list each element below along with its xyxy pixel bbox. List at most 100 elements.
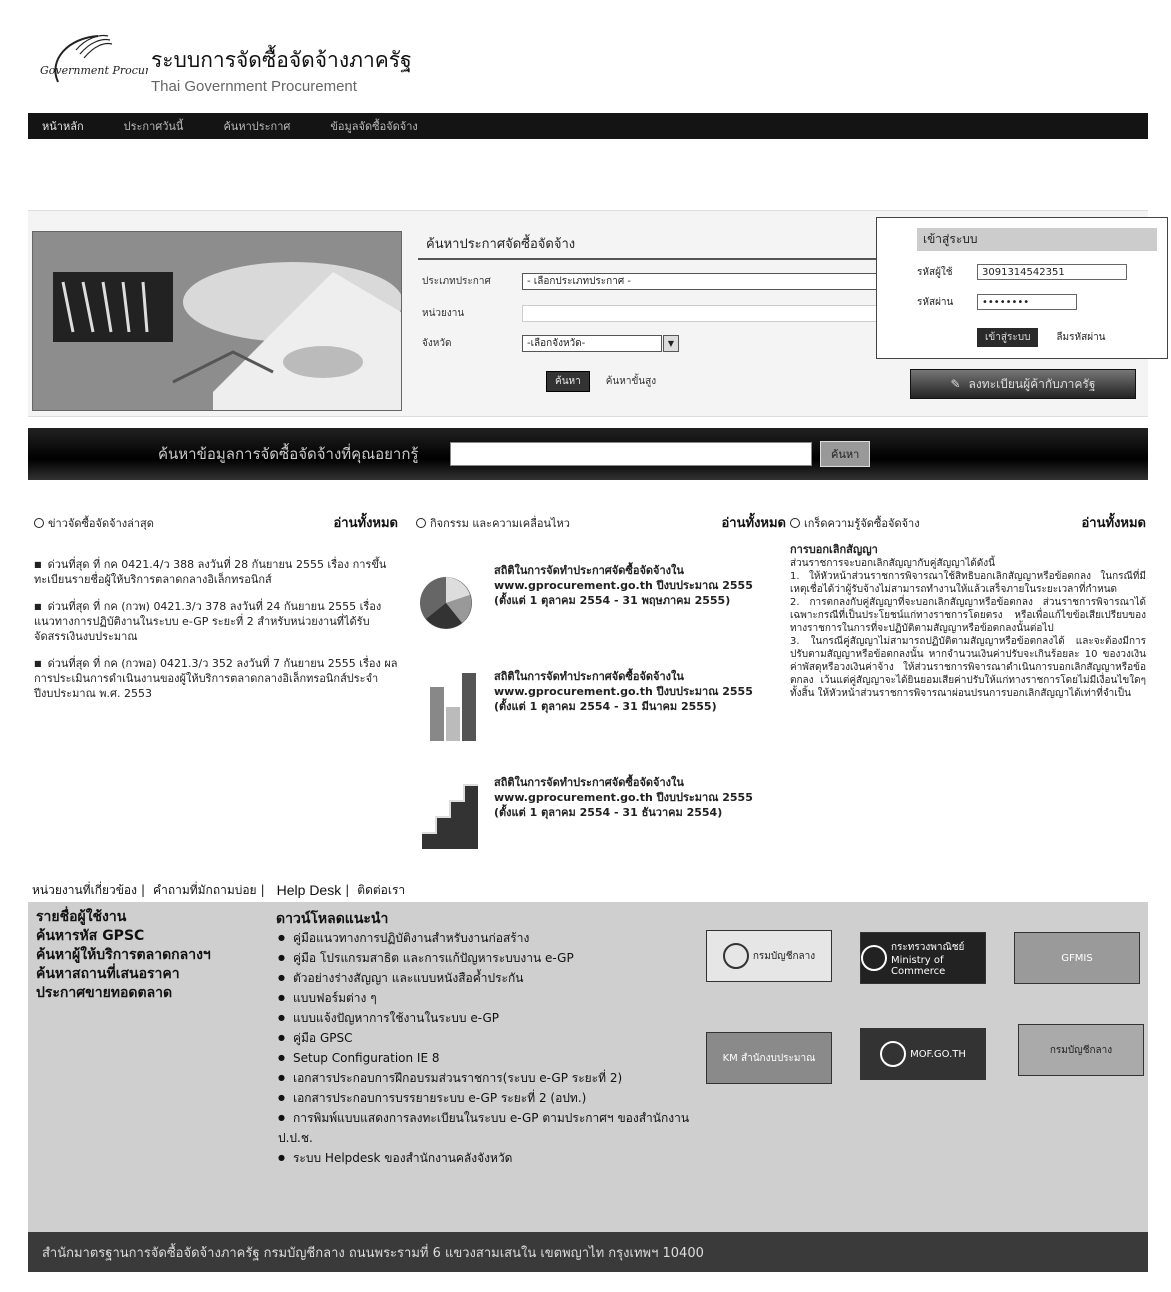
faq-link[interactable]: คำถามที่มักถามบ่อย [153,881,257,900]
knowledge-read-all-link[interactable]: อ่านทั้งหมด [1082,512,1147,533]
agency-input[interactable] [522,305,878,322]
advanced-search-link[interactable]: ค้นหาขั้นสูง [606,374,656,389]
nav-search-announcements[interactable]: ค้นหาประกาศ [203,117,310,135]
password-row: รหัสผ่าน •••••••• [917,294,1077,310]
bidding-location-search-link[interactable]: ค้นหาสถานที่เสนอราคา [36,965,211,984]
footer-main: รายชื่อผู้ใช้งาน ค้นหารหัส GPSC ค้นหาผู้… [28,902,1148,1232]
link-separator: | [345,883,350,897]
nav-today-announcements[interactable]: ประกาศวันนี้ [104,117,204,135]
nav-home[interactable]: หน้าหลัก [28,117,104,135]
logo-text: Government Procurement [40,64,148,77]
footer-address-bar: สำนักมาตรฐานการจัดซื้อจัดจ้างภาครัฐ กรมบ… [28,1232,1148,1272]
keyword-search-bar: ค้นหาข้อมูลการจัดซื้อจัดจ้างที่คุณอยากรู… [28,428,1148,480]
downloads-title: ดาวน์โหลดแนะนำ [276,911,389,927]
activities-title: กิจกรรม และความเคลื่อนไหว [416,514,570,532]
banner-commerce[interactable]: กระทรวงพาณิชย์ Ministry of Commerce [860,932,986,984]
news-item[interactable]: ด่วนที่สุด ที่ กค (กวพอ) 0421.3/ว 352 ลง… [34,656,398,701]
seal-icon [722,943,749,969]
news-item[interactable]: ด่วนที่สุด ที่ กค (กวพ) 0421.3/ว 378 ลงว… [34,599,398,644]
banner-label: MOF.GO.TH [910,1048,966,1060]
agency-row: หน่วยงาน [418,305,878,322]
activity-item[interactable]: สถิติในการจัดทำประกาศจัดซื้อจัดจ้างใน ww… [416,557,786,641]
banner-label: GFMIS [1061,952,1093,964]
download-item[interactable]: ตัวอย่างร่างสัญญา และแบบหนังสือค้ำประกัน [278,968,708,988]
gpsc-search-link[interactable]: ค้นหารหัส GPSC [36,927,211,946]
banner-cgd[interactable]: กรมบัญชีกลาง [706,930,832,982]
nav-procurement-data[interactable]: ข้อมูลจัดซื้อจัดจ้าง [310,117,437,135]
type-row: ประเภทประกาศ - เลือกประเภทประกาศ - ▼ [418,273,895,290]
bar-chart-thumbnail [416,663,492,747]
keyword-search-button[interactable]: ค้นหา [820,441,871,467]
banner-mof[interactable]: MOF.GO.TH [860,1028,986,1080]
related-agencies-link[interactable]: หน่วยงานที่เกี่ยวข้อง [32,881,137,900]
help-desk-link[interactable]: Help Desk [277,882,342,898]
news-title: ข่าวจัดซื้อจัดจ้างล่าสุด [34,514,154,532]
download-item[interactable]: คู่มือแนวทางการปฏิบัติงานสำหรับงานก่อสร้… [278,928,708,948]
password-input[interactable]: •••••••• [977,294,1077,310]
users-list-link[interactable]: รายชื่อผู้ใช้งาน [36,908,211,927]
login-button[interactable]: เข้าสู่ระบบ [977,328,1039,347]
hero-image [32,231,402,411]
keyword-search-input[interactable] [450,442,812,466]
province-select[interactable]: -เลือกจังหวัด- [522,335,662,352]
knowledge-title: เกร็ดความรู้จัดซื้อจัดจ้าง [790,514,920,532]
forgot-password-link[interactable]: ลืมรหัสผ่าน [1056,330,1105,345]
knowledge-column: เกร็ดความรู้จัดซื้อจัดจ้าง อ่านทั้งหมด ก… [790,512,1146,700]
banner-label: กรมบัญชีกลาง [752,950,816,962]
banner-cgd-2[interactable]: กรมบัญชีกลาง [1018,1024,1144,1076]
download-item[interactable]: แบบฟอร์มต่าง ๆ [278,988,708,1008]
site-subtitle: Thai Government Procurement [151,78,357,95]
banner-label: กรมบัญชีกลาง [1049,1044,1113,1056]
news-column: ข่าวจัดซื้อจัดจ้างล่าสุด อ่านทั้งหมด ด่ว… [34,512,398,713]
register-supplier-button[interactable]: ✎ ลงทะเบียนผู้ค้ากับภาครัฐ [910,369,1136,399]
market-provider-search-link[interactable]: ค้นหาผู้ให้บริการตลาดกลางฯ [36,946,211,965]
banner-gfmis[interactable]: GFMIS [1014,932,1140,984]
news-read-all-link[interactable]: อ่านทั้งหมด [334,512,399,533]
news-header: ข่าวจัดซื้อจัดจ้างล่าสุด อ่านทั้งหมด [34,512,398,533]
chevron-down-icon[interactable]: ▼ [663,335,679,352]
activity-text: สถิติในการจัดทำประกาศจัดซื้อจัดจ้างใน ww… [494,670,753,713]
login-title: เข้าสู่ระบบ [917,228,1157,251]
download-item[interactable]: Setup Configuration IE 8 [278,1048,708,1068]
knowledge-article-body: ส่วนราชการจะบอกเลิกสัญญากับคู่สัญญาได้ดั… [790,558,1146,699]
user-label: รหัสผู้ใช้ [917,266,953,278]
download-item[interactable]: เอกสารประกอบการบรรยายระบบ e-GP ระยะที่ 2… [278,1088,708,1108]
download-item[interactable]: คู่มือ โปรแกรมสาธิต และการแก้ปัญหาระบบงา… [278,948,708,968]
pie-chart-thumbnail [416,557,492,641]
banner-label: KM สำนักงบประมาณ [722,1052,816,1064]
search-button[interactable]: ค้นหา [546,371,590,392]
auction-announcement-link[interactable]: ประกาศขายทอดตลาด [36,984,211,1003]
footer-address: สำนักมาตรฐานการจัดซื้อจัดจ้างภาครัฐ กรมบ… [42,1245,704,1261]
download-item[interactable]: การพิมพ์แบบแสดงการลงทะเบียนในระบบ e-GP ต… [278,1108,708,1148]
download-item[interactable]: ระบบ Helpdesk ของสำนักงานคลังจังหวัด [278,1148,708,1168]
page: Government Procurement ระบบการจัดซื้อจัด… [0,0,1171,1292]
knowledge-article-title[interactable]: การบอกเลิกสัญญา [790,543,1146,557]
hero-band: ค้นหาประกาศจัดซื้อจัดจ้าง ประเภทประกาศ -… [28,210,1168,417]
government-procurement-logo[interactable]: Government Procurement [38,30,186,100]
download-item[interactable]: แบบแจ้งปัญหาการใช้งานในระบบ e-GP [278,1008,708,1028]
activity-item[interactable]: สถิติในการจัดทำประกาศจัดซื้อจัดจ้างใน ww… [416,769,786,853]
username-input[interactable]: 3091314542351 [977,264,1127,280]
knowledge-header: เกร็ดความรู้จัดซื้อจัดจ้าง อ่านทั้งหมด [790,512,1146,533]
seal-icon [880,1041,907,1067]
type-label: ประเภทประกาศ [422,276,491,287]
province-label: จังหวัด [422,338,452,349]
top-navigation: หน้าหลัก ประกาศวันนี้ ค้นหาประกาศ ข้อมูล… [28,113,1148,139]
banner-km[interactable]: KM สำนักงบประมาณ [706,1032,832,1084]
activity-item[interactable]: สถิติในการจัดทำประกาศจัดซื้อจัดจ้างใน ww… [416,663,786,747]
news-item[interactable]: ด่วนที่สุด ที่ กค 0421.4/ว 388 ลงวันที่ … [34,557,398,587]
search-actions: ค้นหา ค้นหาขั้นสูง [546,371,656,392]
footer-links: หน่วยงานที่เกี่ยวข้อง | คำถามที่มักถามบ่… [28,878,1148,902]
footer-quick-links: รายชื่อผู้ใช้งาน ค้นหารหัส GPSC ค้นหาผู้… [36,908,211,1003]
activity-text: สถิติในการจัดทำประกาศจัดซื้อจัดจ้างใน ww… [494,776,753,819]
announcement-type-select[interactable]: - เลือกประเภทประกาศ - [522,273,878,290]
activities-column: กิจกรรม และความเคลื่อนไหว อ่านทั้งหมด สถ… [416,512,786,875]
link-separator: | [141,883,146,897]
contact-link[interactable]: ติดต่อเรา [357,881,405,900]
download-item[interactable]: คู่มือ GPSC [278,1028,708,1048]
activities-read-all-link[interactable]: อ่านทั้งหมด [722,512,787,533]
activity-text: สถิติในการจัดทำประกาศจัดซื้อจัดจ้างใน ww… [494,564,753,607]
user-row: รหัสผู้ใช้ 3091314542351 [917,264,1127,280]
download-item[interactable]: เอกสารประกอบการฝึกอบรมส่วนราชการ(ระบบ e-… [278,1068,708,1088]
site-header: Government Procurement ระบบการจัดซื้อจัด… [28,26,1148,106]
